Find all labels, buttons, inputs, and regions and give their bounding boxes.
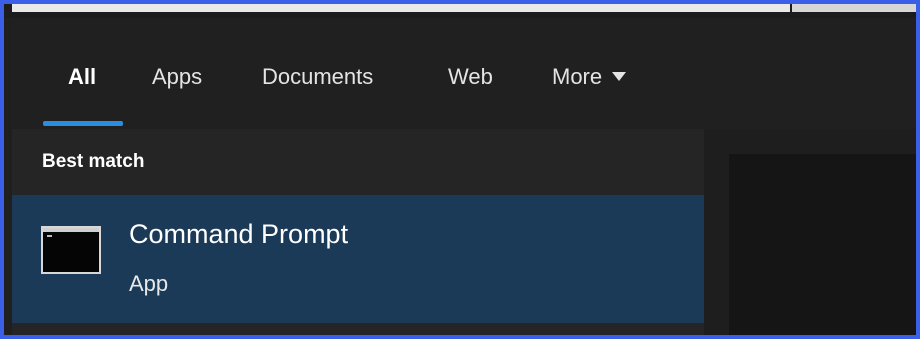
tab-web[interactable]: Web: [448, 62, 493, 92]
command-prompt-icon-cursor: [47, 235, 52, 237]
command-prompt-icon-titlebar: [43, 228, 99, 232]
tab-documents[interactable]: Documents: [262, 62, 373, 92]
preview-panel: [729, 154, 916, 335]
tab-more-label: More: [552, 64, 603, 89]
tab-all[interactable]: All: [68, 62, 96, 92]
search-window: All Apps Documents Web More Best match C…: [0, 0, 920, 339]
tab-apps[interactable]: Apps: [152, 62, 202, 92]
top-strip-highlight-right: [792, 4, 916, 12]
tab-more[interactable]: More: [552, 62, 627, 92]
top-strip: [4, 4, 916, 18]
result-title: Command Prompt: [129, 219, 349, 249]
active-tab-indicator: [43, 121, 123, 126]
chevron-down-icon: [612, 71, 627, 81]
command-prompt-icon: [41, 226, 101, 274]
result-subtitle: App: [129, 271, 169, 296]
best-match-result[interactable]: Command Prompt App: [12, 195, 704, 323]
top-strip-highlight: [12, 4, 790, 12]
search-tabs-bar: All Apps Documents Web More: [12, 18, 916, 129]
preview-pane: [704, 129, 916, 335]
section-heading-best-match: Best match: [42, 151, 145, 172]
results-pane: Best match Command Prompt App: [12, 129, 704, 335]
